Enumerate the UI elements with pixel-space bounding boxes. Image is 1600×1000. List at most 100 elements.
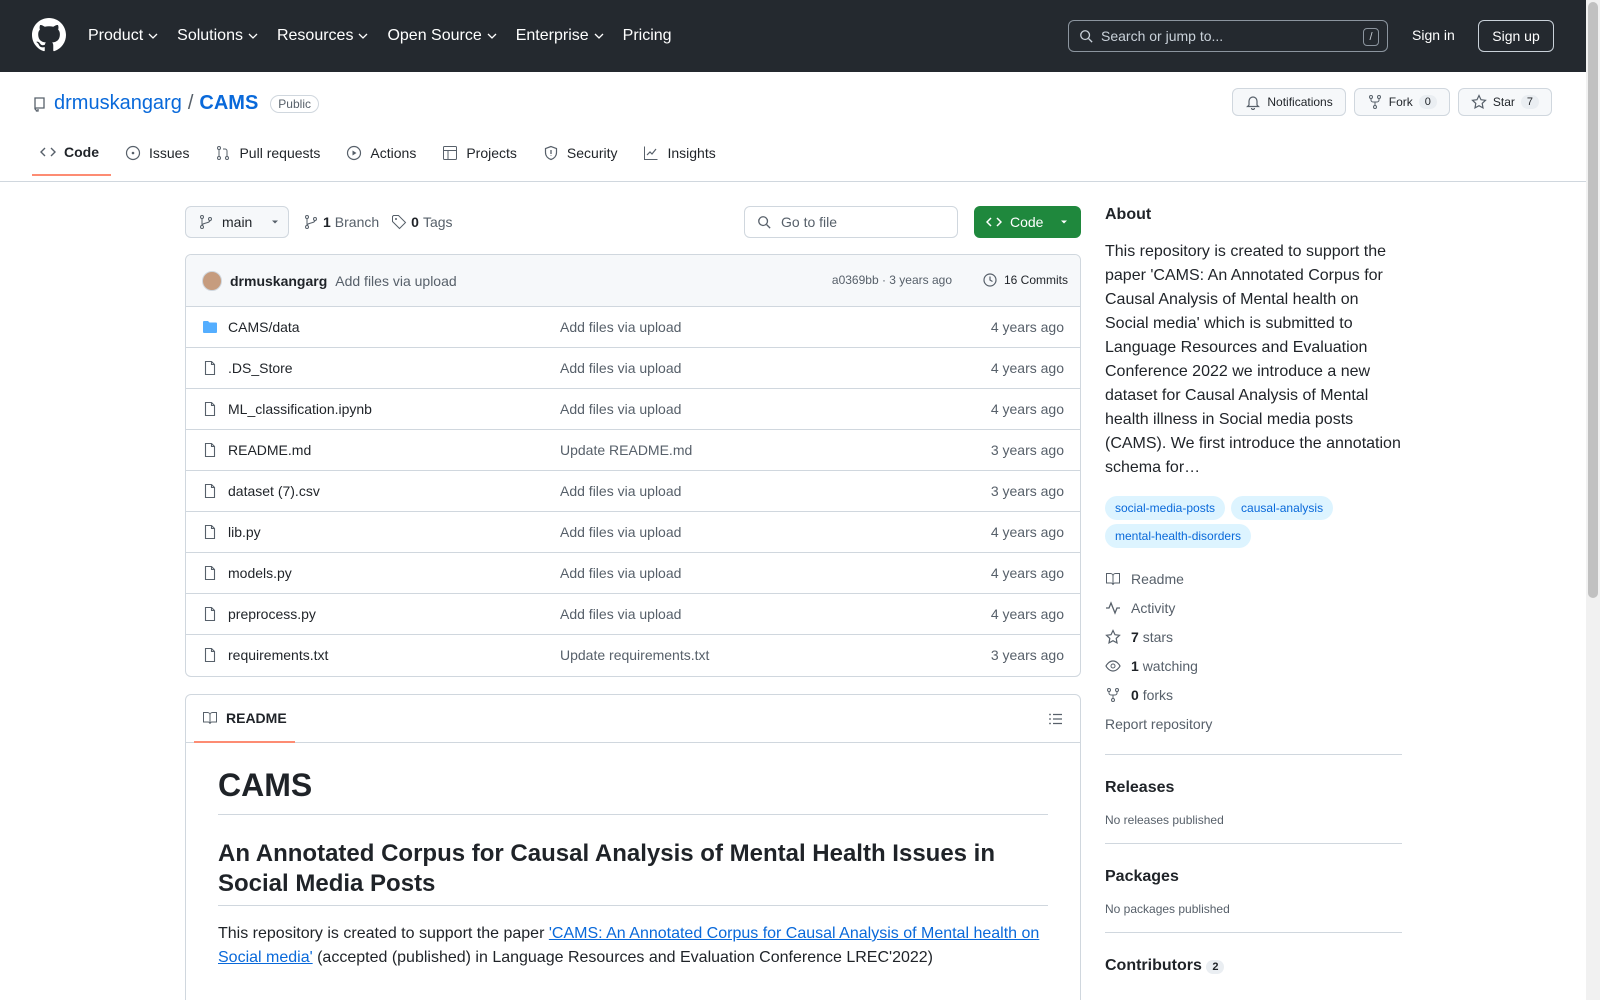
file-commit-message[interactable]: Update README.md	[560, 442, 692, 458]
file-name[interactable]: README.md	[228, 442, 311, 458]
file-row[interactable]: requirements.txt Update requirements.txt 3…	[186, 635, 1080, 676]
forks-link[interactable]: 0 forks	[1105, 680, 1402, 709]
tab-insights-label: Insights	[667, 145, 716, 161]
repo-path-separator: /	[187, 92, 194, 114]
tab-security[interactable]: Security	[535, 144, 630, 176]
go-to-file-input[interactable]: Go to file	[744, 206, 958, 238]
nav-product[interactable]: Product	[88, 25, 159, 47]
tab-code-label: Code	[64, 144, 99, 160]
contributors-title[interactable]: Contributors 2	[1105, 957, 1402, 975]
tab-pull-requests[interactable]: Pull requests	[207, 144, 332, 176]
file-commit-message[interactable]: Add files via upload	[560, 319, 681, 335]
activity-link[interactable]: Activity	[1105, 593, 1402, 622]
file-commit-message[interactable]: Add files via upload	[560, 483, 681, 499]
file-commit-message[interactable]: Add files via upload	[560, 606, 681, 622]
packages-title[interactable]: Packages	[1105, 868, 1402, 886]
file-row[interactable]: .DS_Store Add files via upload 4 years ago	[186, 348, 1080, 389]
topic-tag[interactable]: mental-health-disorders	[1105, 524, 1252, 548]
outline-list-icon[interactable]	[1048, 711, 1064, 727]
branch-name: main	[222, 214, 253, 230]
repo-breadcrumb: drmuskangarg / CAMS Public	[32, 92, 319, 115]
file-name[interactable]: preprocess.py	[228, 606, 316, 622]
commits-link[interactable]: 16 Commits	[982, 272, 1068, 288]
file-icon	[204, 360, 216, 376]
page-scrollbar[interactable]	[1586, 0, 1600, 1000]
github-logo-icon[interactable]	[32, 18, 66, 52]
file-name[interactable]: CAMS/data	[228, 319, 300, 335]
scrollbar-thumb[interactable]	[1588, 2, 1598, 598]
nav-solutions[interactable]: Solutions	[177, 25, 259, 47]
releases-title[interactable]: Releases	[1105, 779, 1402, 797]
tab-security-label: Security	[566, 145, 618, 161]
file-commit-message[interactable]: Add files via upload	[560, 360, 681, 376]
file-row[interactable]: CAMS/data Add files via upload 4 years ago	[186, 307, 1080, 348]
file-name[interactable]: .DS_Store	[228, 360, 293, 376]
tab-actions[interactable]: Actions	[338, 144, 428, 176]
fork-icon	[1107, 687, 1119, 702]
file-name[interactable]: ML_classification.ipynb	[228, 401, 372, 417]
file-row[interactable]: dataset (7).csv Add files via upload 3 yea…	[186, 471, 1080, 512]
divider	[1105, 754, 1402, 755]
fork-button[interactable]: Fork 0	[1353, 88, 1450, 116]
nav-pricing[interactable]: Pricing	[623, 25, 672, 47]
file-row[interactable]: ML_classification.ipynb Add files via upl…	[186, 389, 1080, 430]
stars-link[interactable]: 7 stars	[1105, 622, 1402, 651]
tab-insights[interactable]: Insights	[635, 144, 727, 176]
contributors-title-label: Contributors	[1105, 957, 1202, 974]
file-icon	[204, 442, 216, 458]
topic-tag[interactable]: causal-analysis	[1231, 496, 1334, 520]
tags-link[interactable]: 0 Tags	[391, 214, 453, 230]
nav-enterprise[interactable]: Enterprise	[516, 25, 605, 47]
avatar[interactable]	[202, 270, 222, 291]
file-commit-date: 3 years ago	[990, 483, 1064, 499]
file-icon	[204, 524, 216, 540]
file-name[interactable]: lib.py	[228, 524, 261, 540]
file-name[interactable]: models.py	[228, 565, 292, 581]
forks-count: 0	[1131, 686, 1139, 703]
branch-selector[interactable]: main	[185, 206, 289, 238]
nav-resources[interactable]: Resources	[277, 25, 369, 47]
file-row[interactable]: lib.py Add files via upload 4 years ago	[186, 512, 1080, 553]
tab-issues[interactable]: Issues	[117, 144, 201, 176]
file-icon	[204, 565, 216, 581]
file-commit-message[interactable]: Add files via upload	[560, 401, 681, 417]
tab-projects[interactable]: Projects	[434, 144, 529, 176]
readme-tab[interactable]: README	[194, 695, 295, 743]
commit-meta[interactable]: a0369bb · 3 years ago	[832, 273, 952, 287]
history-icon	[983, 273, 997, 287]
sign-in-link[interactable]: Sign in	[1412, 27, 1455, 43]
sign-up-button[interactable]: Sign up	[1478, 20, 1554, 52]
file-name[interactable]: requirements.txt	[228, 647, 328, 663]
repo-name-link[interactable]: CAMS	[199, 92, 258, 115]
commit-message[interactable]: Add files via upload	[335, 273, 456, 289]
topic-tag[interactable]: social-media-posts	[1105, 496, 1226, 520]
notifications-button[interactable]: Notifications	[1232, 88, 1346, 116]
report-repository-link[interactable]: Report repository	[1105, 709, 1402, 738]
stars-label: stars	[1142, 628, 1174, 645]
nav-open-source[interactable]: Open Source	[387, 25, 497, 47]
code-dropdown-button[interactable]: Code	[974, 206, 1081, 238]
readme-link[interactable]: Readme	[1105, 564, 1402, 593]
branch-label: Branch	[334, 214, 380, 230]
file-commit-message[interactable]: Update requirements.txt	[560, 647, 709, 663]
file-row[interactable]: models.py Add files via upload 4 years ago	[186, 553, 1080, 594]
branches-link[interactable]: 1 Branch	[303, 214, 379, 230]
watching-link[interactable]: 1 watching	[1105, 651, 1402, 680]
repo-actions: Notifications Fork 0 Star 7	[1232, 88, 1552, 116]
file-row[interactable]: README.md Update README.md 3 years ago	[186, 430, 1080, 471]
file-commit-date: 4 years ago	[990, 319, 1064, 335]
file-commit-date: 3 years ago	[990, 647, 1064, 663]
issue-icon	[125, 145, 141, 161]
forks-label: forks	[1142, 686, 1174, 703]
file-commit-message[interactable]: Add files via upload	[560, 524, 681, 540]
commit-author[interactable]: drmuskangarg	[230, 273, 327, 289]
star-button[interactable]: Star 7	[1457, 88, 1552, 116]
repo-owner-link[interactable]: drmuskangarg	[54, 92, 182, 115]
search-input[interactable]: Search or jump to... /	[1068, 20, 1388, 52]
file-name[interactable]: dataset (7).csv	[228, 483, 320, 499]
contributors-count: 2	[1206, 960, 1225, 974]
file-row[interactable]: preprocess.py Add files via upload 4 years…	[186, 594, 1080, 635]
file-commit-message[interactable]: Add files via upload	[560, 565, 681, 581]
tab-code[interactable]: Code	[32, 144, 111, 176]
readme-subtitle: An Annotated Corpus for Causal Analysis …	[218, 839, 1048, 906]
